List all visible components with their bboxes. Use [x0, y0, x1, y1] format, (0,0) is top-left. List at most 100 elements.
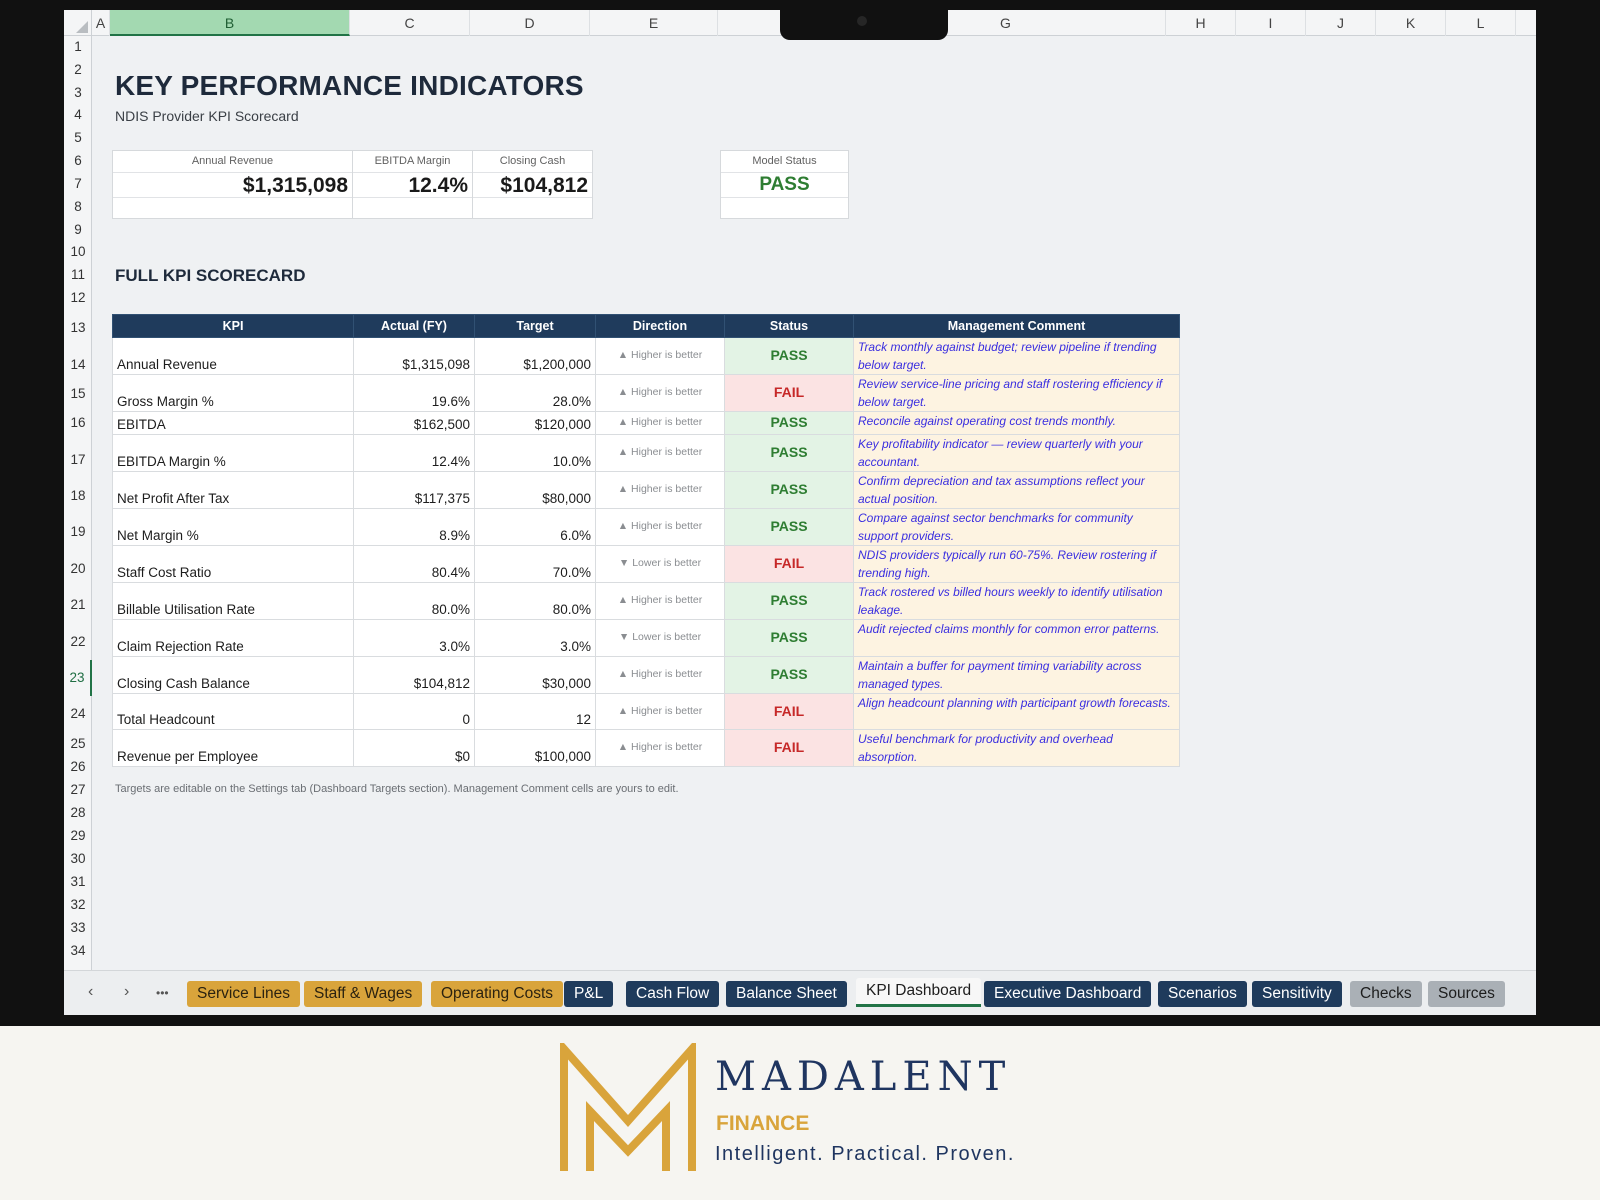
- column-header-h[interactable]: H: [1166, 10, 1236, 36]
- target-value-cell[interactable]: 80.0%: [474, 582, 596, 620]
- sheet-tab-operating-costs[interactable]: Operating Costs: [431, 981, 563, 1007]
- kpi-name-cell[interactable]: Total Headcount: [112, 693, 354, 730]
- column-header-c[interactable]: C: [350, 10, 470, 36]
- row-header-25[interactable]: 25: [64, 732, 92, 755]
- kpi-name-cell[interactable]: Annual Revenue: [112, 337, 354, 375]
- management-comment-cell[interactable]: Audit rejected claims monthly for common…: [853, 619, 1180, 657]
- management-comment-cell[interactable]: Useful benchmark for productivity and ov…: [853, 729, 1180, 767]
- col-actual-header[interactable]: Actual (FY): [353, 314, 475, 338]
- management-comment-cell[interactable]: Compare against sector benchmarks for co…: [853, 508, 1180, 546]
- col-comment-header[interactable]: Management Comment: [853, 314, 1180, 338]
- row-header-8[interactable]: 8: [64, 195, 92, 218]
- col-direction-header[interactable]: Direction: [595, 314, 725, 338]
- kpi-name-cell[interactable]: Staff Cost Ratio: [112, 545, 354, 583]
- target-value-cell[interactable]: $100,000: [474, 729, 596, 767]
- actual-value-cell[interactable]: $0: [353, 729, 475, 767]
- direction-cell[interactable]: ▲ Higher is better: [595, 434, 725, 472]
- sheet-tab-executive-dashboard[interactable]: Executive Dashboard: [984, 981, 1152, 1007]
- column-header-k[interactable]: K: [1376, 10, 1446, 36]
- actual-value-cell[interactable]: 19.6%: [353, 374, 475, 412]
- status-badge[interactable]: PASS: [724, 619, 854, 657]
- target-value-cell[interactable]: 70.0%: [474, 545, 596, 583]
- row-header-33[interactable]: 33: [64, 916, 92, 939]
- actual-value-cell[interactable]: $1,315,098: [353, 337, 475, 375]
- row-header-30[interactable]: 30: [64, 847, 92, 870]
- col-kpi-header[interactable]: KPI: [112, 314, 354, 338]
- direction-cell[interactable]: ▲ Higher is better: [595, 693, 725, 730]
- row-header-4[interactable]: 4: [64, 104, 92, 126]
- kpi-name-cell[interactable]: Net Profit After Tax: [112, 471, 354, 509]
- status-badge[interactable]: PASS: [724, 337, 854, 375]
- target-value-cell[interactable]: 10.0%: [474, 434, 596, 472]
- row-header-28[interactable]: 28: [64, 801, 92, 824]
- sheet-tab-service-lines[interactable]: Service Lines: [187, 981, 301, 1007]
- target-value-cell[interactable]: $1,200,000: [474, 337, 596, 375]
- row-header-34[interactable]: 34: [64, 939, 92, 962]
- column-header-a[interactable]: A: [92, 10, 110, 36]
- row-header-27[interactable]: 27: [64, 778, 92, 801]
- direction-cell[interactable]: ▲ Higher is better: [595, 508, 725, 546]
- target-value-cell[interactable]: $80,000: [474, 471, 596, 509]
- target-value-cell[interactable]: $120,000: [474, 411, 596, 435]
- row-header-5[interactable]: 5: [64, 126, 92, 149]
- status-badge[interactable]: PASS: [724, 582, 854, 620]
- row-header-32[interactable]: 32: [64, 893, 92, 916]
- select-all-corner[interactable]: [64, 10, 92, 36]
- direction-cell[interactable]: ▲ Higher is better: [595, 656, 725, 694]
- status-badge[interactable]: PASS: [724, 434, 854, 472]
- row-header-22[interactable]: 22: [64, 623, 92, 660]
- management-comment-cell[interactable]: Track monthly against budget; review pip…: [853, 337, 1180, 375]
- row-header-13[interactable]: 13: [64, 310, 92, 346]
- column-header-d[interactable]: D: [470, 10, 590, 36]
- sheet-tab-p-l[interactable]: P&L: [564, 981, 614, 1007]
- target-value-cell[interactable]: 6.0%: [474, 508, 596, 546]
- status-badge[interactable]: FAIL: [724, 729, 854, 767]
- direction-cell[interactable]: ▲ Higher is better: [595, 411, 725, 435]
- kpi-name-cell[interactable]: Gross Margin %: [112, 374, 354, 412]
- sheet-tab-sources[interactable]: Sources: [1428, 981, 1505, 1007]
- status-badge[interactable]: PASS: [724, 656, 854, 694]
- column-header-e[interactable]: E: [590, 10, 718, 36]
- more-sheets-icon[interactable]: •••: [156, 986, 169, 1000]
- kpi-name-cell[interactable]: Net Margin %: [112, 508, 354, 546]
- row-header-12[interactable]: 12: [64, 286, 92, 310]
- target-value-cell[interactable]: 12: [474, 693, 596, 730]
- closing-cash-card[interactable]: Closing Cash $104,812: [472, 150, 593, 219]
- management-comment-cell[interactable]: Key profitability indicator — review qua…: [853, 434, 1180, 472]
- kpi-name-cell[interactable]: Closing Cash Balance: [112, 656, 354, 694]
- target-value-cell[interactable]: 3.0%: [474, 619, 596, 657]
- column-header-b[interactable]: B: [110, 10, 350, 36]
- row-header-6[interactable]: 6: [64, 149, 92, 172]
- row-header-1[interactable]: 1: [64, 36, 92, 58]
- sheet-tab-staff-wages[interactable]: Staff & Wages: [304, 981, 423, 1007]
- sheet-tab-checks[interactable]: Checks: [1350, 981, 1422, 1007]
- status-badge[interactable]: FAIL: [724, 693, 854, 730]
- row-header-29[interactable]: 29: [64, 824, 92, 847]
- row-header-21[interactable]: 21: [64, 587, 92, 623]
- target-value-cell[interactable]: $30,000: [474, 656, 596, 694]
- direction-cell[interactable]: ▼ Lower is better: [595, 545, 725, 583]
- status-badge[interactable]: PASS: [724, 471, 854, 509]
- row-header-20[interactable]: 20: [64, 550, 92, 587]
- row-header-23[interactable]: 23: [64, 660, 92, 696]
- actual-value-cell[interactable]: 8.9%: [353, 508, 475, 546]
- direction-cell[interactable]: ▲ Higher is better: [595, 582, 725, 620]
- direction-cell[interactable]: ▲ Higher is better: [595, 471, 725, 509]
- management-comment-cell[interactable]: Maintain a buffer for payment timing var…: [853, 656, 1180, 694]
- actual-value-cell[interactable]: $117,375: [353, 471, 475, 509]
- actual-value-cell[interactable]: 3.0%: [353, 619, 475, 657]
- prev-sheet-arrow-icon[interactable]: ‹: [88, 983, 93, 1001]
- sheet-tab-kpi-dashboard[interactable]: KPI Dashboard: [856, 978, 982, 1007]
- management-comment-cell[interactable]: NDIS providers typically run 60-75%. Rev…: [853, 545, 1180, 583]
- col-status-header[interactable]: Status: [724, 314, 854, 338]
- row-header-17[interactable]: 17: [64, 441, 92, 478]
- kpi-name-cell[interactable]: EBITDA: [112, 411, 354, 435]
- row-header-16[interactable]: 16: [64, 405, 92, 441]
- model-status-card[interactable]: Model Status PASS: [720, 150, 849, 219]
- management-comment-cell[interactable]: Review service-line pricing and staff ro…: [853, 374, 1180, 412]
- target-value-cell[interactable]: 28.0%: [474, 374, 596, 412]
- status-badge[interactable]: FAIL: [724, 545, 854, 583]
- row-header-14[interactable]: 14: [64, 346, 92, 383]
- column-header-i[interactable]: I: [1236, 10, 1306, 36]
- sheet-tab-sensitivity[interactable]: Sensitivity: [1252, 981, 1342, 1007]
